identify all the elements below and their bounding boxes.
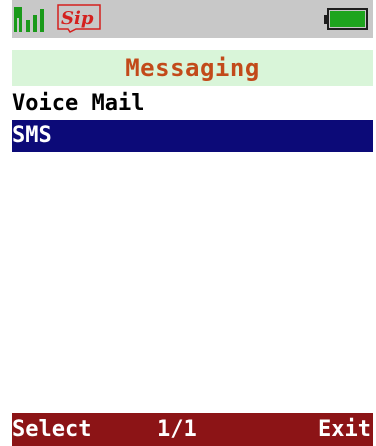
display: Sip Messaging Voice Mail SMS Select 1/1 … [12,0,373,446]
battery-full-icon [324,8,368,30]
status-bar: Sip [12,0,373,38]
sip-logo: Sip [56,3,102,33]
menu-item-voice-mail[interactable]: Voice Mail [12,88,373,120]
sip-logo-outline: Sip [57,4,101,33]
menu-item-sms[interactable]: SMS [12,120,373,152]
page-indicator: 1/1 [157,417,197,442]
sip-logo-text: Sip [61,8,94,29]
phone-screen: Sip Messaging Voice Mail SMS Select 1/1 … [0,0,376,446]
signal-strength-icon [14,7,44,32]
softkey-bar: Select 1/1 Exit [12,413,373,446]
select-softkey[interactable]: Select [12,413,91,446]
menu-list: Voice Mail SMS [12,88,373,152]
exit-softkey[interactable]: Exit [318,413,371,446]
page-title: Messaging [12,50,373,86]
